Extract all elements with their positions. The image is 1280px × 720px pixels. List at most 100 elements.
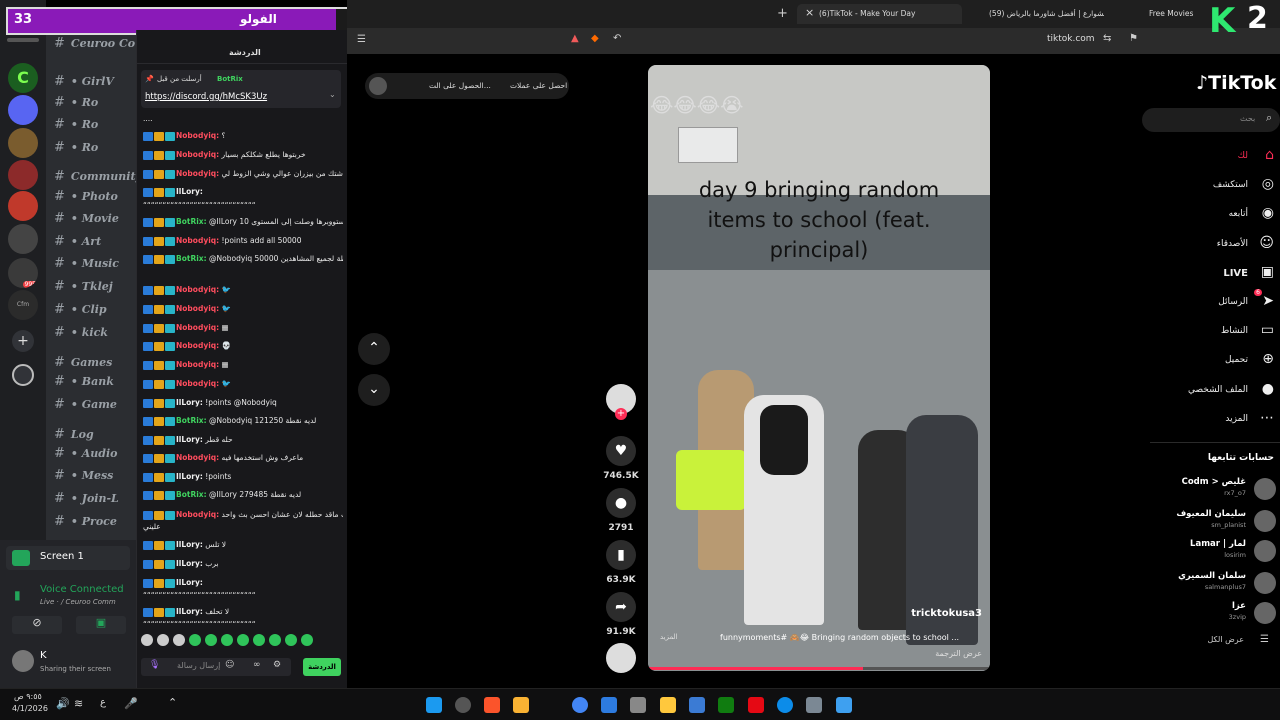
channel-item[interactable]: # • Movie: [54, 211, 119, 226]
activity-button[interactable]: ▣: [76, 616, 126, 634]
chat-username[interactable]: Nobodyiq:: [176, 510, 219, 519]
browser-tab[interactable]: (6)TikTok - Make Your Day ×: [797, 4, 962, 24]
progress-track[interactable]: [648, 667, 990, 670]
back-icon[interactable]: ↶: [613, 33, 621, 44]
bookmark-icon[interactable]: ⚑: [1129, 33, 1138, 44]
settings-icon[interactable]: [806, 697, 822, 713]
following-account[interactable]: عزا 3zvip: [1150, 600, 1280, 626]
clock-date[interactable]: 4/1/2026: [12, 704, 48, 713]
channel-item[interactable]: # • Photo: [54, 189, 118, 204]
channel-item[interactable]: # Community: [54, 169, 136, 184]
previous-video-button[interactable]: ⌃: [358, 333, 390, 365]
photos-icon[interactable]: [601, 697, 617, 713]
chat-username[interactable]: Nobodyiq:: [176, 150, 219, 159]
emote-icon[interactable]: [189, 634, 201, 646]
channel-item[interactable]: # • Clip: [54, 302, 107, 317]
channel-item[interactable]: # • Join-L: [54, 491, 119, 506]
emote-icon[interactable]: ∞: [253, 660, 261, 670]
screenshare-off-button[interactable]: ⊘: [12, 616, 62, 634]
chat-username[interactable]: Nobodyiq:: [176, 236, 219, 245]
discover-icon[interactable]: [12, 364, 34, 386]
tiktok-logo[interactable]: ♪TikTok: [1196, 72, 1276, 94]
nav-item[interactable]: LIVE ▣: [1150, 264, 1280, 284]
chat-username[interactable]: IlLory:: [176, 540, 203, 549]
chat-input[interactable]: 🎙 إرسال رسالة ☺ ∞ ⚙: [141, 658, 291, 676]
mic-icon[interactable]: 🎤: [124, 697, 138, 710]
chat-username[interactable]: IlLory:: [176, 472, 203, 481]
xbox-icon[interactable]: [718, 697, 734, 713]
following-account[interactable]: سلمان السميري salmanplus7: [1150, 570, 1280, 596]
channel-item[interactable]: # Ceuroo Co: [54, 36, 135, 51]
emote-icon[interactable]: [205, 634, 217, 646]
following-account[interactable]: Codm > غليص rx7_o7: [1150, 476, 1280, 502]
nav-item[interactable]: استكشف ◎: [1150, 176, 1280, 196]
channel-item[interactable]: # • Game: [54, 397, 117, 412]
video-author[interactable]: tricktokusa3: [911, 608, 982, 619]
nav-item[interactable]: تحميل ⊕: [1150, 351, 1280, 371]
chat-username[interactable]: Nobodyiq:: [176, 169, 219, 178]
server-icon[interactable]: [8, 224, 38, 254]
chevron-up-icon[interactable]: ⌃: [168, 696, 177, 709]
coins-bar[interactable]: الحصول على الت... احصل على عملات: [365, 73, 569, 99]
channel-item[interactable]: # • Music: [54, 256, 119, 271]
steam-icon[interactable]: [426, 697, 442, 713]
file-explorer-icon[interactable]: [660, 697, 676, 713]
chat-username[interactable]: Nobodyiq:: [176, 379, 219, 388]
screen-share-item[interactable]: Screen 1: [6, 546, 130, 570]
chat-username[interactable]: Nobodyiq:: [176, 341, 219, 350]
nav-item[interactable]: النشاط ▭: [1150, 322, 1280, 342]
emote-icon[interactable]: [301, 634, 313, 646]
nav-item[interactable]: الأصدقاء ☺: [1150, 235, 1280, 255]
obs-icon[interactable]: [455, 697, 471, 713]
menu-icon[interactable]: ☰: [357, 34, 366, 45]
pinned-message[interactable]: 📌 أرسلت من قبل BotRix https://discord.gg…: [141, 70, 341, 108]
emote-icon[interactable]: [141, 634, 153, 646]
server-icon[interactable]: [8, 128, 38, 158]
channel-item[interactable]: # • Proce: [54, 514, 117, 529]
emote-icon[interactable]: [221, 634, 233, 646]
nav-item[interactable]: أتابعه ◉: [1150, 205, 1280, 225]
brave-icon[interactable]: [484, 697, 500, 713]
emote-icon[interactable]: [237, 634, 249, 646]
search-input[interactable]: بحث ⌕: [1142, 108, 1280, 132]
channel-item[interactable]: # • Ro: [54, 95, 98, 110]
clock-time[interactable]: ٩:٥٥ ص: [14, 692, 42, 701]
emoji-icon[interactable]: ☺: [225, 660, 234, 670]
language-indicator[interactable]: ع: [100, 697, 106, 708]
emote-icon[interactable]: [157, 634, 169, 646]
music-disc[interactable]: [606, 643, 636, 673]
channel-item[interactable]: # • Bank: [54, 374, 114, 389]
follow-plus-icon[interactable]: +: [615, 408, 627, 420]
server-icon[interactable]: Cfm: [8, 290, 38, 320]
channel-item[interactable]: # • Mess: [54, 468, 113, 483]
channel-item[interactable]: # • GirlV: [54, 74, 114, 89]
add-server-icon[interactable]: +: [12, 330, 34, 352]
chat-username[interactable]: IlLory:: [176, 559, 203, 568]
server-icon[interactable]: [8, 160, 38, 190]
channel-item[interactable]: # • Ro: [54, 117, 98, 132]
channel-item[interactable]: # Log: [54, 427, 94, 442]
coins-secondary[interactable]: الحصول على الت...: [429, 81, 491, 90]
netflix-icon[interactable]: [748, 697, 764, 713]
share-icon[interactable]: ⇆: [1103, 33, 1111, 44]
chat-username[interactable]: IlLory:: [176, 435, 203, 444]
chat-username[interactable]: BotRix:: [176, 217, 207, 226]
channel-item[interactable]: # • Audio: [54, 446, 118, 461]
emote-icon[interactable]: [253, 634, 265, 646]
server-icon[interactable]: [8, 191, 38, 221]
video-player[interactable]: 😂😂😂😭 day 9 bringing random items to scho…: [648, 65, 990, 671]
more-link[interactable]: المزيد: [660, 633, 678, 641]
store-icon[interactable]: [689, 697, 705, 713]
chat-username[interactable]: Nobodyiq:: [176, 285, 219, 294]
channel-item[interactable]: # • kick: [54, 325, 108, 340]
share-button[interactable]: ➦: [606, 592, 636, 622]
app-icon[interactable]: [513, 697, 529, 713]
emote-icon[interactable]: [285, 634, 297, 646]
chat-username[interactable]: Nobodyiq:: [176, 131, 219, 140]
brave-rewards-icon[interactable]: ◆: [591, 33, 599, 44]
chat-username[interactable]: IlLory:: [176, 578, 203, 587]
channel-item[interactable]: # • Art: [54, 234, 101, 249]
chat-username[interactable]: IlLory:: [176, 607, 203, 616]
emote-icon[interactable]: [269, 634, 281, 646]
server-icon[interactable]: [8, 95, 38, 125]
